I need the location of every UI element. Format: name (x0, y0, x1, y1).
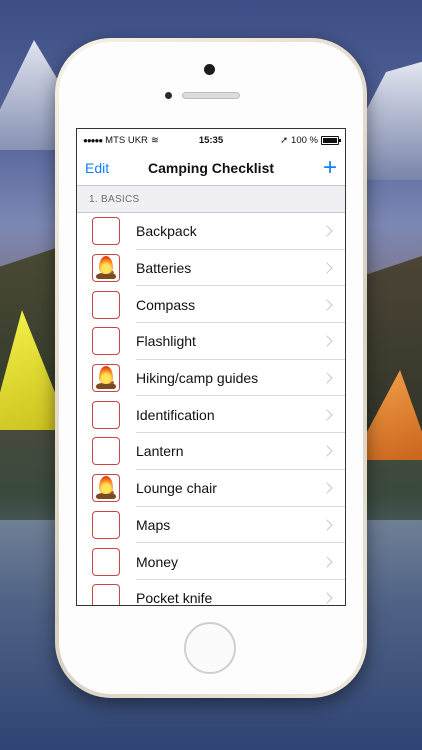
proximity-sensor (165, 92, 172, 99)
list-item[interactable]: Batteries (77, 250, 345, 287)
item-thumbnail[interactable] (92, 290, 120, 319)
front-camera (204, 64, 215, 75)
item-label: Flashlight (136, 333, 196, 350)
item-thumbnail[interactable] (92, 217, 120, 246)
status-time: 15:35 (198, 134, 224, 146)
chevron-right-icon (321, 519, 333, 531)
item-label: Hiking/camp guides (136, 370, 259, 387)
item-label: Money (136, 553, 179, 570)
chevron-right-icon (321, 335, 333, 348)
chevron-right-icon (321, 409, 333, 421)
item-thumbnail[interactable] (92, 400, 120, 429)
item-thumbnail[interactable] (92, 584, 120, 605)
item-label: Lantern (136, 443, 184, 460)
chevron-right-icon (321, 555, 333, 568)
list-item[interactable]: Backpack (77, 213, 345, 250)
item-label: Batteries (136, 260, 192, 277)
list-item[interactable]: Lounge chair (77, 470, 345, 507)
location-icon: ➚ (280, 134, 289, 146)
item-thumbnail[interactable] (92, 474, 120, 503)
item-thumbnail[interactable] (92, 547, 120, 576)
list-item[interactable]: Lantern (77, 433, 345, 470)
list-item[interactable]: Pocket knife (77, 580, 345, 606)
item-label: Compass (136, 296, 196, 313)
carrier-name: MTS UKR (105, 134, 148, 146)
battery-icon (320, 135, 341, 145)
list-item[interactable]: Flashlight (77, 323, 345, 360)
chevron-right-icon (321, 592, 333, 604)
chevron-right-icon (321, 445, 333, 458)
page-title: Camping Checklist (147, 160, 275, 176)
section-header: 1. BASICS (77, 186, 345, 213)
list-item[interactable]: Maps (77, 507, 345, 544)
item-thumbnail[interactable] (92, 254, 120, 283)
item-label: Lounge chair (136, 480, 217, 497)
chevron-right-icon (321, 482, 333, 494)
status-bar: ●●●●● MTS UKR ≋ 15:35 ➚ 100 % (77, 129, 345, 151)
item-label: Maps (136, 516, 171, 533)
app-screen: ●●●●● MTS UKR ≋ 15:35 ➚ 100 % Edit Campi… (76, 128, 346, 606)
item-thumbnail[interactable] (92, 327, 120, 356)
battery-percent: 100 % (291, 134, 318, 146)
chevron-right-icon (321, 225, 333, 238)
item-label: Backpack (136, 223, 197, 240)
list-item[interactable]: Hiking/camp guides (77, 360, 345, 397)
chevron-right-icon (321, 262, 333, 274)
earpiece-speaker (182, 92, 240, 99)
edit-button[interactable]: Edit (85, 160, 109, 176)
home-button[interactable] (184, 622, 236, 674)
add-button[interactable]: + (323, 156, 337, 180)
list-item[interactable]: Identification (77, 396, 345, 433)
list-item[interactable]: Compass (77, 286, 345, 323)
chevron-right-icon (321, 372, 333, 384)
item-thumbnail[interactable] (92, 510, 120, 539)
wifi-icon: ≋ (150, 134, 159, 146)
item-thumbnail[interactable] (92, 364, 120, 393)
campfire-icon (95, 366, 117, 390)
list-item[interactable]: Money (77, 543, 345, 580)
signal-icon: ●●●●● (83, 135, 103, 145)
item-thumbnail[interactable] (92, 437, 120, 466)
navigation-bar: Edit Camping Checklist + (77, 151, 345, 186)
item-label: Pocket knife (136, 590, 213, 606)
chevron-right-icon (321, 299, 333, 311)
campfire-icon (95, 476, 117, 500)
item-label: Identification (136, 406, 215, 423)
campfire-icon (95, 256, 117, 280)
checklist: Backpack Batteries Compass Flashlight Hiking… (77, 213, 345, 606)
